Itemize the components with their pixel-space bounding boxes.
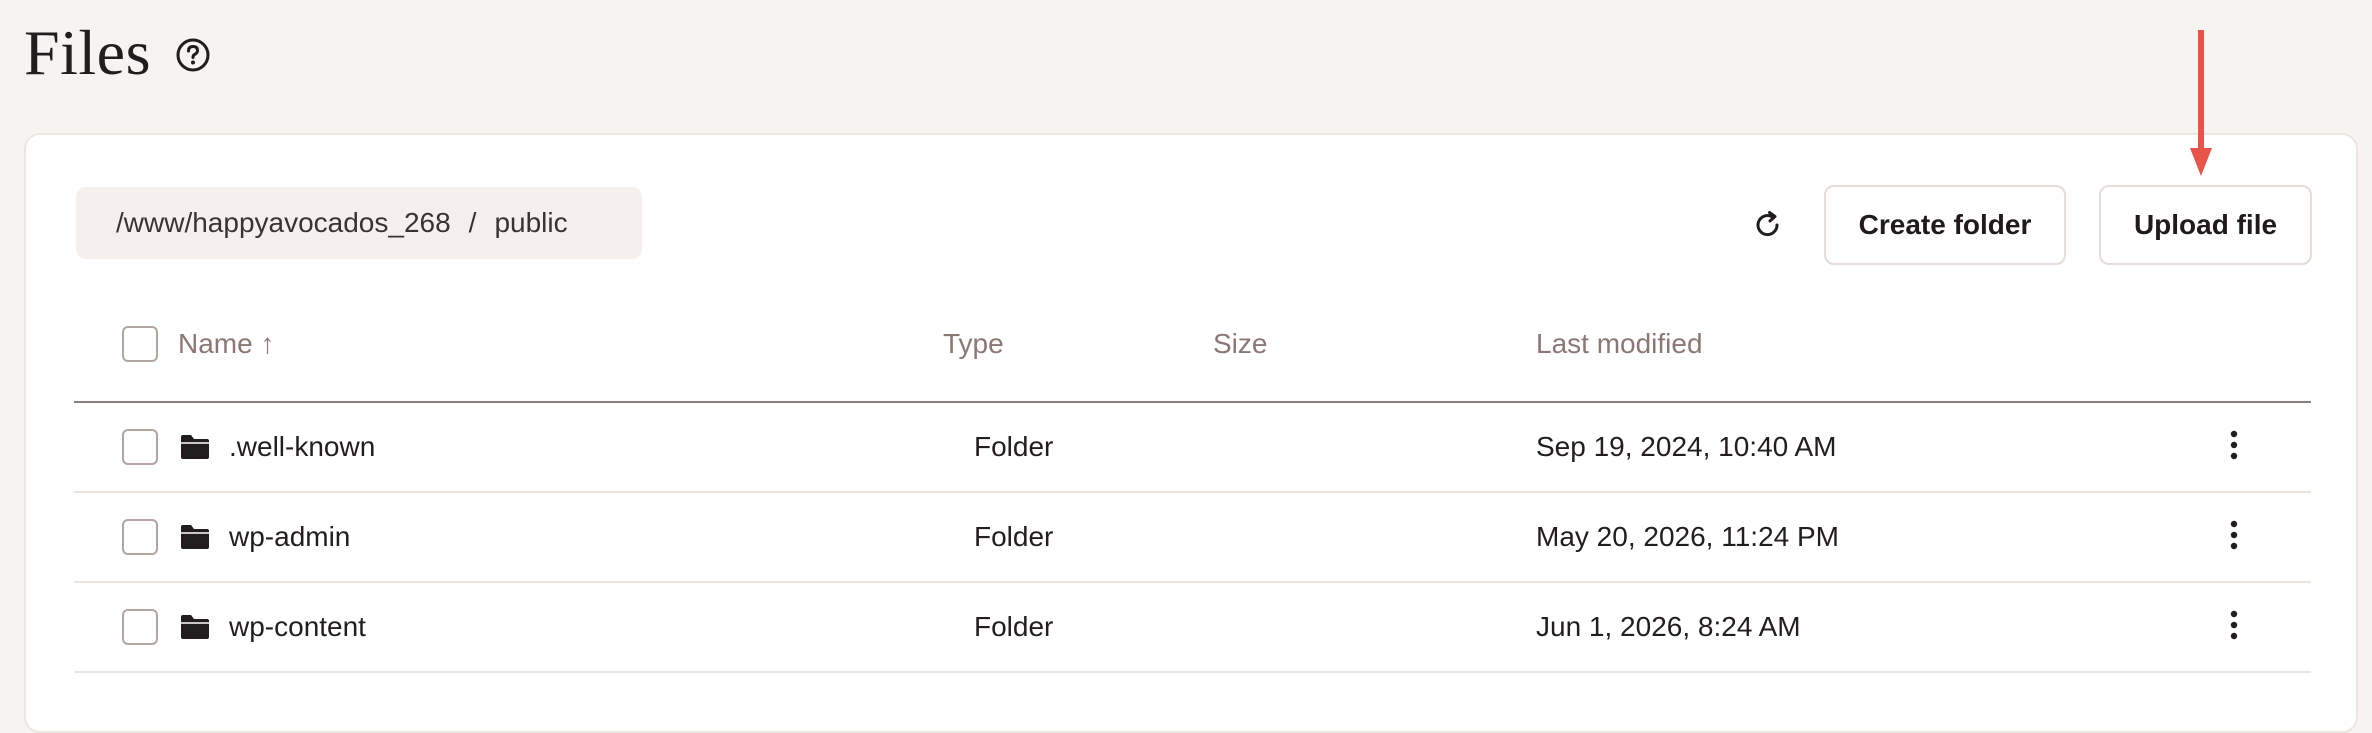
more-options-icon[interactable] [2224,427,2244,463]
file-manager-card: /www/happyavocados_268 / public Create f… [24,133,2358,733]
file-type: Folder [974,611,1054,642]
table-row[interactable]: .well-known Folder Sep 19, 2024, 10:40 AM [74,403,2311,493]
file-last-modified: May 20, 2026, 11:24 PM [1536,521,1839,552]
column-header-type[interactable]: Type [943,328,1004,360]
column-header-name[interactable]: Name ↑ [178,328,274,360]
refresh-icon[interactable] [1746,203,1790,247]
table-row[interactable]: wp-content Folder Jun 1, 2026, 8:24 AM [74,583,2311,673]
page-header: Files [24,8,211,98]
column-header-last-modified[interactable]: Last modified [1536,328,1703,360]
table-body: .well-known Folder Sep 19, 2024, 10:40 AM w… [74,403,2311,673]
breadcrumb-current[interactable]: public [494,207,567,239]
row-checkbox[interactable] [122,429,158,465]
table-row[interactable]: wp-admin Folder May 20, 2026, 11:24 PM [74,493,2311,583]
file-last-modified: Jun 1, 2026, 8:24 AM [1536,611,1801,642]
more-options-icon[interactable] [2224,517,2244,553]
column-header-size[interactable]: Size [1213,328,1267,360]
page-title: Files [24,17,151,88]
folder-icon [179,433,211,461]
row-checkbox[interactable] [122,519,158,555]
more-options-icon[interactable] [2224,607,2244,643]
files-table: Name ↑ Type Size Last modified .well-kno… [74,292,2311,673]
file-last-modified: Sep 19, 2024, 10:40 AM [1536,431,1837,462]
table-header: Name ↑ Type Size Last modified [74,292,2311,403]
folder-icon [179,523,211,551]
file-name[interactable]: wp-admin [229,521,350,553]
breadcrumb-path[interactable]: /www/happyavocados_268 [116,207,451,239]
select-all-checkbox[interactable] [122,326,158,362]
file-name[interactable]: .well-known [229,431,375,463]
create-folder-button[interactable]: Create folder [1824,185,2066,265]
folder-icon [179,613,211,641]
annotation-arrow [2190,30,2212,176]
file-type: Folder [974,431,1054,462]
breadcrumb: /www/happyavocados_268 / public [76,187,642,259]
row-checkbox[interactable] [122,609,158,645]
question-circle-icon[interactable] [175,37,211,73]
breadcrumb-separator: / [468,207,477,238]
upload-file-button[interactable]: Upload file [2099,185,2312,265]
file-type: Folder [974,521,1054,552]
file-name[interactable]: wp-content [229,611,366,643]
